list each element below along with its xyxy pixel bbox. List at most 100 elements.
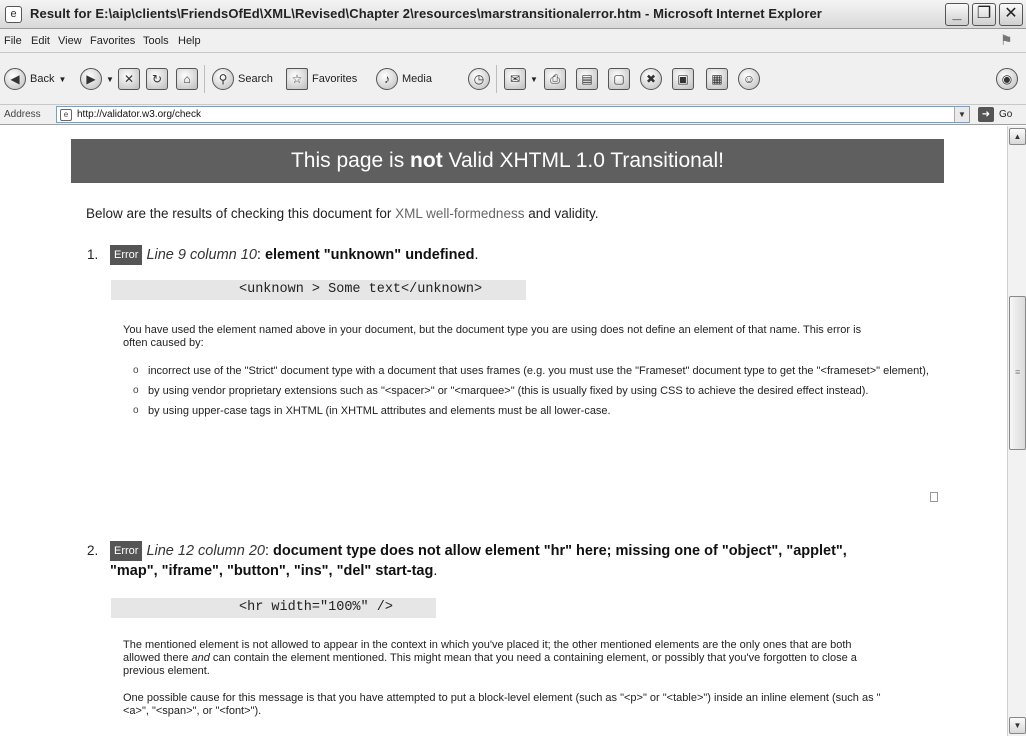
title-bar: e Result for E:\aip\clients\FriendsOfEd\…: [0, 0, 1026, 29]
scroll-down-icon[interactable]: ▼: [1009, 717, 1026, 734]
go-button[interactable]: Go: [999, 109, 1012, 120]
maximize-button[interactable]: ❐: [972, 3, 996, 26]
close-button[interactable]: ✕: [999, 3, 1023, 26]
toolbar: ◀ Back ▼ ▶ ▼ ✕ ↻ ⌂ ⚲ Search ☆ Favorites …: [0, 53, 1026, 105]
refresh-button[interactable]: ↻: [146, 65, 172, 93]
error-source-code: <unknown > Some text</unknown>: [111, 280, 526, 300]
favorites-icon: ☆: [286, 68, 308, 90]
back-icon: ◀: [4, 68, 26, 90]
history-icon: ◷: [468, 68, 490, 90]
address-url[interactable]: http://validator.w3.org/check: [77, 109, 201, 120]
intro-post: and validity.: [524, 206, 599, 221]
back-label: Back: [30, 73, 55, 85]
toolbar-extra-button[interactable]: ◉: [996, 65, 1022, 93]
ie-extra-icon: ◉: [996, 68, 1018, 90]
list-item: by using vendor proprietary extensions s…: [133, 381, 933, 401]
error-message-line2: "map", "iframe", "button", "ins", "del" …: [110, 563, 434, 579]
banner-text-bold: not: [410, 149, 443, 172]
mail-button[interactable]: ✉ ▼: [504, 65, 538, 93]
mail-icon: ✉: [504, 68, 526, 90]
media-button[interactable]: ♪ Media: [376, 65, 432, 93]
menu-tools[interactable]: Tools: [143, 35, 169, 47]
menu-bar: File Edit View Favorites Tools Help ⚑: [0, 29, 1026, 53]
history-button[interactable]: ◷: [468, 65, 494, 93]
media-label: Media: [402, 73, 432, 85]
messenger-icon: ✖: [640, 68, 662, 90]
edit-button[interactable]: ▤: [576, 65, 602, 93]
error-location: Line 12 column 20: [146, 543, 265, 559]
menu-view[interactable]: View: [58, 35, 82, 47]
page-content: This page is not Valid XHTML 1.0 Transit…: [0, 126, 1007, 736]
stop-icon: ✕: [118, 68, 140, 90]
error-explanation: You have used the element named above in…: [123, 324, 862, 349]
error-cause-list: incorrect use of the "Strict" document t…: [133, 361, 933, 421]
explanation-part: can contain the element mentioned. This …: [123, 652, 857, 677]
edit-icon: ▤: [576, 68, 598, 90]
scrollbar-thumb[interactable]: ≡: [1009, 296, 1026, 450]
home-icon: ⌂: [176, 68, 198, 90]
error-badge: Error: [110, 541, 143, 561]
favorites-button[interactable]: ☆ Favorites: [286, 65, 357, 93]
banner-text-post: Valid XHTML 1.0 Transitional!: [442, 149, 724, 172]
error-explanation: The mentioned element is not allowed to …: [123, 639, 883, 678]
search-icon: ⚲: [212, 68, 234, 90]
ie-icon[interactable]: e: [5, 6, 22, 23]
explanation-emphasis: and: [191, 652, 210, 664]
toolbar-separator: [204, 65, 205, 93]
forward-button[interactable]: ▶ ▼: [80, 65, 114, 93]
address-label: Address: [4, 109, 41, 120]
minimize-button[interactable]: _: [945, 3, 969, 26]
window-title: Result for E:\aip\clients\FriendsOfEd\XM…: [30, 6, 822, 21]
validation-banner: This page is not Valid XHTML 1.0 Transit…: [71, 139, 944, 183]
error-heading: Error Line 12 column 20: document type do…: [110, 541, 960, 561]
intro-pre: Below are the results of checking this d…: [86, 206, 396, 221]
forward-dropdown-icon[interactable]: ▼: [106, 75, 114, 84]
mail-dropdown-icon[interactable]: ▼: [530, 75, 538, 84]
discuss-button[interactable]: ▢: [608, 65, 634, 93]
research-icon: ▣: [672, 68, 694, 90]
collapse-icon: ▦: [706, 68, 728, 90]
error-badge: Error: [110, 245, 143, 265]
error-source-code: <hr width="100%" />: [111, 598, 436, 618]
back-button[interactable]: ◀ Back ▼: [4, 65, 66, 93]
error-location: Line 9 column 10: [146, 247, 257, 263]
print-button[interactable]: ⎙: [544, 65, 570, 93]
scroll-up-icon[interactable]: ▲: [1009, 128, 1026, 145]
grip-icon: ≡: [1015, 367, 1021, 377]
placeholder-box: [930, 492, 938, 502]
messenger-button[interactable]: ✖: [640, 65, 666, 93]
error-message-line1: document type does not allow element "hr…: [273, 543, 847, 559]
search-button[interactable]: ⚲ Search: [212, 65, 273, 93]
favorites-label: Favorites: [312, 73, 358, 85]
intro-text: Below are the results of checking this d…: [86, 206, 599, 221]
search-label: Search: [238, 73, 273, 85]
address-input[interactable]: e http://validator.w3.org/check ▼: [56, 106, 970, 123]
error-number: 1.: [87, 247, 99, 262]
list-item: by using upper-case tags in XHTML (in XH…: [133, 401, 933, 421]
go-arrow-icon[interactable]: ➜: [978, 107, 994, 122]
home-button[interactable]: ⌂: [176, 65, 202, 93]
stop-button[interactable]: ✕: [118, 65, 144, 93]
menu-file[interactable]: File: [4, 35, 22, 47]
media-icon: ♪: [376, 68, 398, 90]
error-explanation-2: One possible cause for this message is t…: [123, 692, 881, 717]
vertical-scrollbar[interactable]: ▲ ≡ ▼: [1007, 126, 1026, 736]
refresh-icon: ↻: [146, 68, 168, 90]
menu-edit[interactable]: Edit: [31, 35, 50, 47]
print-icon: ⎙: [544, 68, 566, 90]
collapse-button[interactable]: ▦: [706, 65, 732, 93]
forward-icon: ▶: [80, 68, 102, 90]
error-message: element "unknown" undefined: [264, 247, 475, 263]
contacts-button[interactable]: ☺: [738, 65, 764, 93]
page-icon: e: [60, 109, 72, 121]
xml-wellformedness-link[interactable]: XML well-formedness: [395, 206, 524, 221]
error-heading: Error Line 9 column 10: element "unknown"…: [110, 245, 479, 265]
menu-favorites[interactable]: Favorites: [90, 35, 135, 47]
list-item: incorrect use of the "Strict" document t…: [133, 361, 933, 381]
address-dropdown-icon[interactable]: ▼: [954, 107, 969, 122]
menu-help[interactable]: Help: [178, 35, 201, 47]
research-button[interactable]: ▣: [672, 65, 698, 93]
back-dropdown-icon[interactable]: ▼: [58, 75, 66, 84]
windows-logo-icon: ⚑: [1000, 32, 1013, 48]
discuss-icon: ▢: [608, 68, 630, 90]
